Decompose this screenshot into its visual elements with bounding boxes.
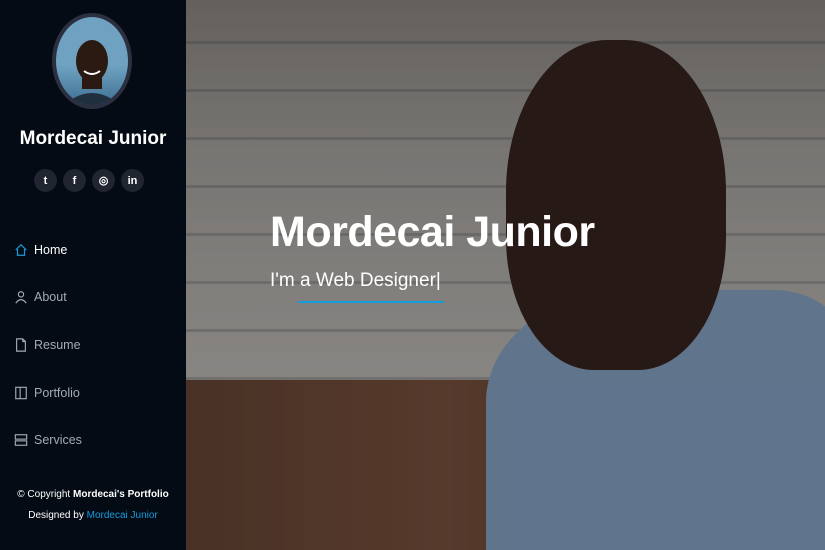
server-icon [14, 434, 28, 446]
person-icon [15, 291, 27, 304]
nav-item-services[interactable]: Services [0, 416, 186, 464]
instagram-link[interactable]: ◎ [92, 169, 115, 192]
nav-menu: Home About Resume Portfolio Services [0, 226, 186, 464]
profile-name: Mordecai Junior [19, 128, 167, 149]
designed-by: Designed by Mordecai Junior [28, 510, 158, 521]
house-icon [15, 243, 27, 256]
copyright: © Copyright Mordecai's Portfolio [17, 489, 169, 500]
facebook-link[interactable]: f [63, 169, 86, 192]
book-icon [15, 386, 27, 399]
sidebar: Mordecai Junior t f ◎ in Home About Resu… [0, 0, 186, 550]
nav-item-label: Portfolio [34, 385, 80, 400]
profile-avatar [52, 13, 132, 109]
hero-subtitle: I'm a Web Designer| [270, 270, 441, 291]
hero-subtitle-underline [298, 301, 444, 303]
twitter-link[interactable]: t [34, 169, 57, 192]
sidebar-footer: © Copyright Mordecai's Portfolio Designe… [0, 487, 186, 524]
linkedin-link[interactable]: in [121, 169, 144, 192]
instagram-icon: ◎ [98, 175, 109, 187]
nav-item-about[interactable]: About [0, 274, 186, 322]
copyright-brand: Mordecai's Portfolio [73, 489, 169, 500]
linkedin-icon: in [127, 174, 138, 187]
facebook-icon: f [72, 174, 77, 187]
hero-section: Mordecai Junior I'm a Web Designer| [186, 0, 825, 550]
nav-item-label: Home [34, 242, 68, 257]
nav-item-label: Resume [34, 337, 81, 352]
profile-photo [64, 40, 120, 105]
twitter-icon: t [43, 174, 48, 187]
nav-item-home[interactable]: Home [0, 226, 186, 274]
nav-item-resume[interactable]: Resume [0, 321, 186, 369]
nav-item-portfolio[interactable]: Portfolio [0, 369, 186, 417]
hero-title: Mordecai Junior [270, 208, 595, 256]
social-links: t f ◎ in [34, 169, 144, 192]
designer-link[interactable]: Mordecai Junior [87, 510, 158, 521]
nav-item-label: About [34, 290, 67, 305]
file-icon [16, 338, 26, 352]
nav-item-label: Services [34, 433, 82, 448]
